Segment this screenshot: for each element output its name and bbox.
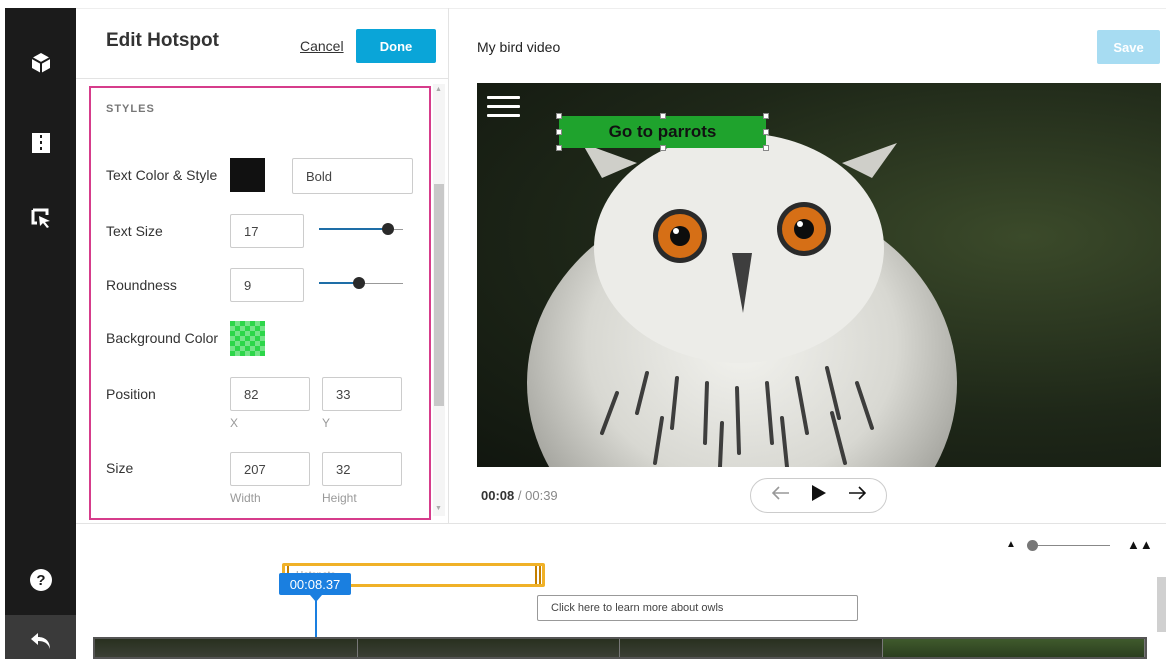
text-color-swatch[interactable]	[230, 158, 265, 192]
hotspot-button[interactable]: Go to parrots	[559, 116, 766, 148]
clip-end-handle[interactable]	[535, 566, 537, 584]
top-divider	[76, 8, 1166, 9]
film-frame	[620, 639, 883, 657]
current-time: 00:08	[481, 488, 515, 503]
roundness-label: Roundness	[106, 277, 177, 293]
resize-handle[interactable]	[556, 113, 562, 119]
film-icon[interactable]	[5, 128, 76, 158]
width-caption: Width	[230, 491, 261, 505]
film-frame	[95, 639, 358, 657]
size-label: Size	[106, 460, 134, 476]
timeline-divider	[76, 523, 1166, 524]
background-color-swatch[interactable]	[230, 321, 265, 356]
panel-scrollbar-thumb[interactable]	[434, 184, 444, 406]
film-frame	[882, 639, 1145, 657]
text-size-input[interactable]: 17	[230, 214, 304, 248]
video-player[interactable]: Go to parrots	[477, 83, 1161, 467]
panel-title: Edit Hotspot	[106, 30, 219, 51]
svg-text:?: ?	[36, 572, 45, 589]
y-caption: Y	[322, 416, 331, 430]
position-label: Position	[106, 386, 156, 402]
scroll-down-icon[interactable]: ▼	[435, 505, 442, 512]
roundness-slider-track	[360, 283, 403, 284]
roundness-slider-knob[interactable]	[353, 277, 365, 289]
play-icon[interactable]	[811, 484, 827, 507]
left-sidebar: ?	[5, 8, 76, 659]
position-x-input[interactable]: 82	[230, 377, 310, 411]
save-button[interactable]: Save	[1097, 30, 1160, 64]
resize-handle[interactable]	[556, 129, 562, 135]
resize-handle[interactable]	[763, 113, 769, 119]
size-height-input[interactable]: 32	[322, 452, 402, 486]
roundness-input[interactable]: 9	[230, 268, 304, 302]
zoom-slider-knob[interactable]	[1027, 540, 1038, 551]
video-title: My bird video	[477, 39, 561, 55]
help-icon[interactable]: ?	[5, 565, 76, 595]
background-color-label: Background Color	[106, 330, 219, 346]
styles-heading: STYLES	[106, 103, 155, 115]
zoom-slider-track[interactable]	[1030, 545, 1110, 546]
scroll-up-icon[interactable]: ▲	[435, 86, 442, 93]
playback-controls	[750, 478, 887, 513]
size-width-input[interactable]: 207	[230, 452, 310, 486]
film-frame	[357, 639, 620, 657]
text-size-slider-knob[interactable]	[382, 223, 394, 235]
panel-header-divider	[76, 78, 448, 79]
resize-handle[interactable]	[763, 129, 769, 135]
cursor-icon[interactable]	[5, 203, 76, 233]
position-y-input[interactable]: 33	[322, 377, 402, 411]
clip-end-handle[interactable]	[539, 566, 541, 584]
zoom-in-icon[interactable]: ▲▲	[1127, 537, 1153, 552]
text-color-label: Text Color & Style	[106, 167, 218, 183]
cancel-button[interactable]: Cancel	[300, 38, 344, 54]
undo-icon[interactable]	[5, 628, 76, 654]
resize-handle[interactable]	[660, 113, 666, 119]
menu-icon[interactable]	[487, 96, 520, 123]
text-size-label: Text Size	[106, 223, 163, 239]
time-separator: /	[517, 488, 522, 503]
time-display: 00:08 / 00:39	[481, 488, 558, 503]
done-button[interactable]: Done	[356, 29, 436, 63]
filmstrip[interactable]	[93, 637, 1147, 659]
resize-handle[interactable]	[556, 145, 562, 151]
arrow-left-icon[interactable]	[771, 486, 790, 505]
playhead-time: 00:08.37	[279, 573, 351, 595]
arrow-right-icon[interactable]	[848, 486, 866, 505]
height-caption: Height	[322, 491, 357, 505]
text-size-slider-fill	[319, 228, 389, 230]
panel-vertical-divider	[448, 8, 449, 523]
tooltip-clip[interactable]: Click here to learn more about owls	[537, 595, 858, 621]
x-caption: X	[230, 416, 239, 430]
resize-handle[interactable]	[660, 145, 666, 151]
cube-icon[interactable]	[5, 48, 76, 78]
resize-handle[interactable]	[763, 145, 769, 151]
timeline-scrollbar[interactable]	[1157, 577, 1166, 632]
text-style-select[interactable]: Bold	[292, 158, 413, 194]
total-time: 00:39	[525, 488, 558, 503]
zoom-out-icon[interactable]: ▲	[1006, 539, 1016, 550]
